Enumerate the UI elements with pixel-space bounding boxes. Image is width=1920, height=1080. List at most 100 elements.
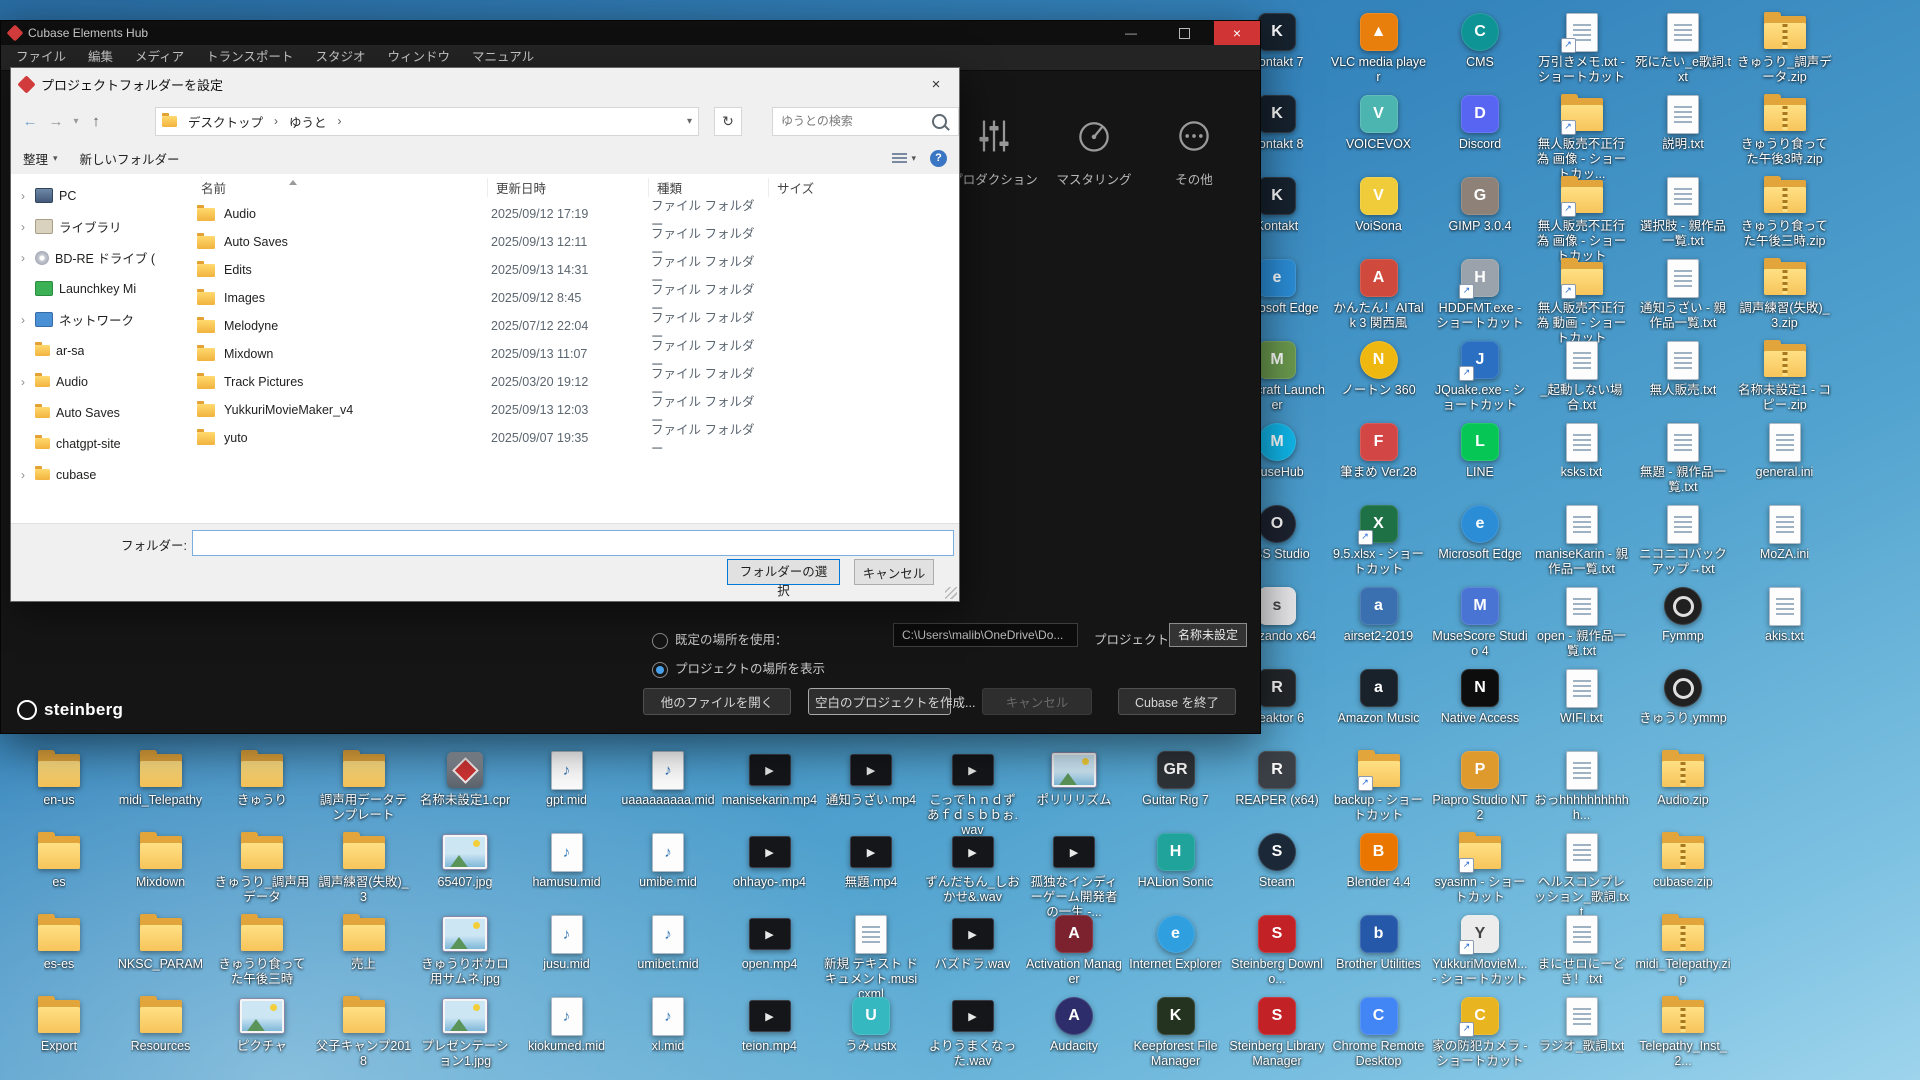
desktop-icon[interactable]: まにせロにーどき！.txt: [1533, 914, 1631, 987]
tree-item[interactable]: ›PC: [11, 180, 171, 211]
desktop-icon[interactable]: eInternet Explorer: [1127, 914, 1225, 972]
desktop-icon[interactable]: eMicrosoft Edge: [1431, 504, 1529, 562]
desktop-icon[interactable]: Export: [10, 996, 108, 1054]
desktop-icon[interactable]: ↗万引きメモ.txt - ショートカット: [1533, 12, 1631, 85]
close-button[interactable]: ×: [1214, 21, 1260, 45]
desktop-icon[interactable]: open - 親作品一覧.txt: [1533, 586, 1631, 659]
desktop-icon[interactable]: きゅうり.ymmp: [1634, 668, 1732, 726]
file-row[interactable]: Mixdown2025/09/13 11:07ファイル フォルダー: [171, 340, 959, 368]
maximize-button[interactable]: [1161, 21, 1207, 45]
desktop-icon[interactable]: HHALion Sonic: [1127, 832, 1225, 890]
desktop-icon[interactable]: MMuseScore Studio 4: [1431, 586, 1529, 659]
desktop-icon[interactable]: ♪umibe.mid: [619, 832, 717, 890]
desktop-icon[interactable]: X↗9.5.xlsx - ショートカット: [1330, 504, 1428, 577]
desktop-icon[interactable]: cubase.zip: [1634, 832, 1732, 890]
desktop-icon[interactable]: Resources: [112, 996, 210, 1054]
desktop-icon[interactable]: GRGuitar Rig 7: [1127, 750, 1225, 808]
desktop-icon[interactable]: 名称未設定1 - コピー.zip: [1736, 340, 1834, 413]
desktop-icon[interactable]: 無題 - 親作品一覧.txt: [1634, 422, 1732, 495]
desktop-icon[interactable]: aAmazon Music: [1330, 668, 1428, 726]
desktop-icon[interactable]: Aかんたん！AITalk 3 関西風: [1330, 258, 1428, 331]
open-other-file-button[interactable]: 他のファイルを開く: [643, 688, 791, 715]
column-header-size[interactable]: サイズ: [768, 178, 959, 197]
desktop-icon[interactable]: Mixdown: [112, 832, 210, 890]
chevron-right-icon[interactable]: ›: [17, 220, 29, 234]
organize-menu[interactable]: 整理 ▾: [23, 149, 58, 168]
desktop-icon[interactable]: ♪gpt.mid: [518, 750, 616, 808]
desktop-icon[interactable]: LLINE: [1431, 422, 1529, 480]
desktop-icon[interactable]: ▶無題.mp4: [822, 832, 920, 890]
desktop-icon[interactable]: 説明.txt: [1634, 94, 1732, 152]
desktop-icon[interactable]: PPiapro Studio NT2: [1431, 750, 1529, 823]
desktop-icon[interactable]: SSteam: [1228, 832, 1326, 890]
show-project-location-radio[interactable]: [652, 662, 668, 678]
desktop-icon[interactable]: maniseKarin - 親作品一覧.txt: [1533, 504, 1631, 577]
desktop-icon[interactable]: NKSC_PARAM: [112, 914, 210, 972]
desktop-icon[interactable]: H↗HDDFMT.exe - ショートカット: [1431, 258, 1529, 331]
tree-item[interactable]: Launchkey Mi: [11, 273, 171, 304]
desktop-icon[interactable]: ラジオ_歌詞.txt: [1533, 996, 1631, 1054]
chevron-right-icon[interactable]: ›: [17, 313, 29, 327]
desktop-icon[interactable]: es: [10, 832, 108, 890]
desktop-icon[interactable]: Uうみ.ustx: [822, 996, 920, 1054]
file-row[interactable]: Audio2025/09/12 17:19ファイル フォルダー: [171, 200, 959, 228]
tree-item[interactable]: ›BD-RE ドライブ (: [11, 242, 171, 273]
desktop-icon[interactable]: ポリリリズム: [1025, 750, 1123, 808]
resize-grip[interactable]: [945, 587, 957, 599]
desktop-icon[interactable]: ▶バズドラ.wav: [924, 914, 1022, 972]
desktop-icon[interactable]: プレゼンテーション1.jpg: [416, 996, 514, 1069]
folder-name-input[interactable]: [192, 530, 954, 556]
desktop-icon[interactable]: ksks.txt: [1533, 422, 1631, 480]
chevron-right-icon[interactable]: ›: [17, 189, 29, 203]
hub-cancel-button[interactable]: キャンセル: [982, 688, 1092, 715]
desktop-icon[interactable]: SSteinberg Downlo...: [1228, 914, 1326, 987]
desktop-icon[interactable]: 通知うざい - 親作品一覧.txt: [1634, 258, 1732, 331]
desktop-icon[interactable]: VVoiSona: [1330, 176, 1428, 234]
desktop-icon[interactable]: ニコニコバックアップ→txt: [1634, 504, 1732, 577]
desktop-icon[interactable]: CCMS: [1431, 12, 1529, 70]
create-empty-project-button[interactable]: 空白のプロジェクトを作成...: [808, 688, 951, 715]
file-row[interactable]: Auto Saves2025/09/13 12:11ファイル フォルダー: [171, 228, 959, 256]
desktop-icon[interactable]: ♪hamusu.mid: [518, 832, 616, 890]
desktop-icon[interactable]: midi_Telepathy: [112, 750, 210, 808]
back-button[interactable]: ←: [17, 113, 43, 130]
default-path-field[interactable]: C:\Users\malib\OneDrive\Do...: [893, 623, 1078, 647]
dialog-close-button[interactable]: ×: [913, 68, 959, 101]
dialog-titlebar[interactable]: プロジェクトフォルダーを設定 ×: [11, 68, 959, 101]
desktop-icon[interactable]: 65407.jpg: [416, 832, 514, 890]
desktop-icon[interactable]: ↗backup - ショートカット: [1330, 750, 1428, 823]
desktop-icon[interactable]: ♪kiokumed.mid: [518, 996, 616, 1054]
desktop-icon[interactable]: ↗syasinn - ショートカット: [1431, 832, 1529, 905]
column-header-date[interactable]: 更新日時: [487, 178, 648, 197]
forward-button[interactable]: →: [43, 113, 69, 130]
desktop-icon[interactable]: ♪uaaaaaaaaa.mid: [619, 750, 717, 808]
file-row[interactable]: Edits2025/09/13 14:31ファイル フォルダー: [171, 256, 959, 284]
desktop-icon[interactable]: akis.txt: [1736, 586, 1834, 644]
column-header-name[interactable]: 名前: [171, 178, 487, 197]
desktop-icon[interactable]: RREAPER (x64): [1228, 750, 1326, 808]
desktop-icon[interactable]: 調声練習(失敗)_3.zip: [1736, 258, 1834, 331]
desktop-icon[interactable]: ▶通知うざい.mp4: [822, 750, 920, 808]
desktop-icon[interactable]: Nノートン 360: [1330, 340, 1428, 398]
desktop-icon[interactable]: ♪jusu.mid: [518, 914, 616, 972]
desktop-icon[interactable]: Y↗YukkuriMovieM... - ショートカット: [1431, 914, 1529, 987]
breadcrumb-segment-yuto[interactable]: ゆうと: [282, 112, 334, 131]
desktop-icon[interactable]: en-us: [10, 750, 108, 808]
file-row[interactable]: YukkuriMovieMaker_v42025/09/13 12:03ファイル…: [171, 396, 959, 424]
address-bar[interactable]: デスクトップ › ゆうと › ▾: [155, 107, 699, 136]
desktop-icon[interactable]: きゅうりボカロ用サムネ.jpg: [416, 914, 514, 987]
desktop-icon[interactable]: ▶open.mp4: [721, 914, 819, 972]
view-options-button[interactable]: ▾: [892, 153, 916, 164]
search-input[interactable]: [773, 114, 932, 128]
desktop-icon[interactable]: きゅうり: [213, 750, 311, 808]
desktop-icon[interactable]: 選択肢 - 親作品一覧.txt: [1634, 176, 1732, 249]
desktop-icon[interactable]: ▶こっでｈｎｄずあｆｄｓｂｂぉ.wav: [924, 750, 1022, 837]
desktop-icon[interactable]: Audio.zip: [1634, 750, 1732, 808]
chevron-right-icon[interactable]: ›: [17, 251, 29, 265]
search-box[interactable]: [772, 107, 959, 136]
desktop-icon[interactable]: J↗JQuake.exe - ショートカット: [1431, 340, 1529, 413]
desktop-icon[interactable]: MoZA.ini: [1736, 504, 1834, 562]
desktop-icon[interactable]: 新規 テキスト ドキュメント.musicxml: [822, 914, 920, 1001]
desktop-icon[interactable]: es-es: [10, 914, 108, 972]
column-header-type[interactable]: 種類: [648, 178, 768, 197]
